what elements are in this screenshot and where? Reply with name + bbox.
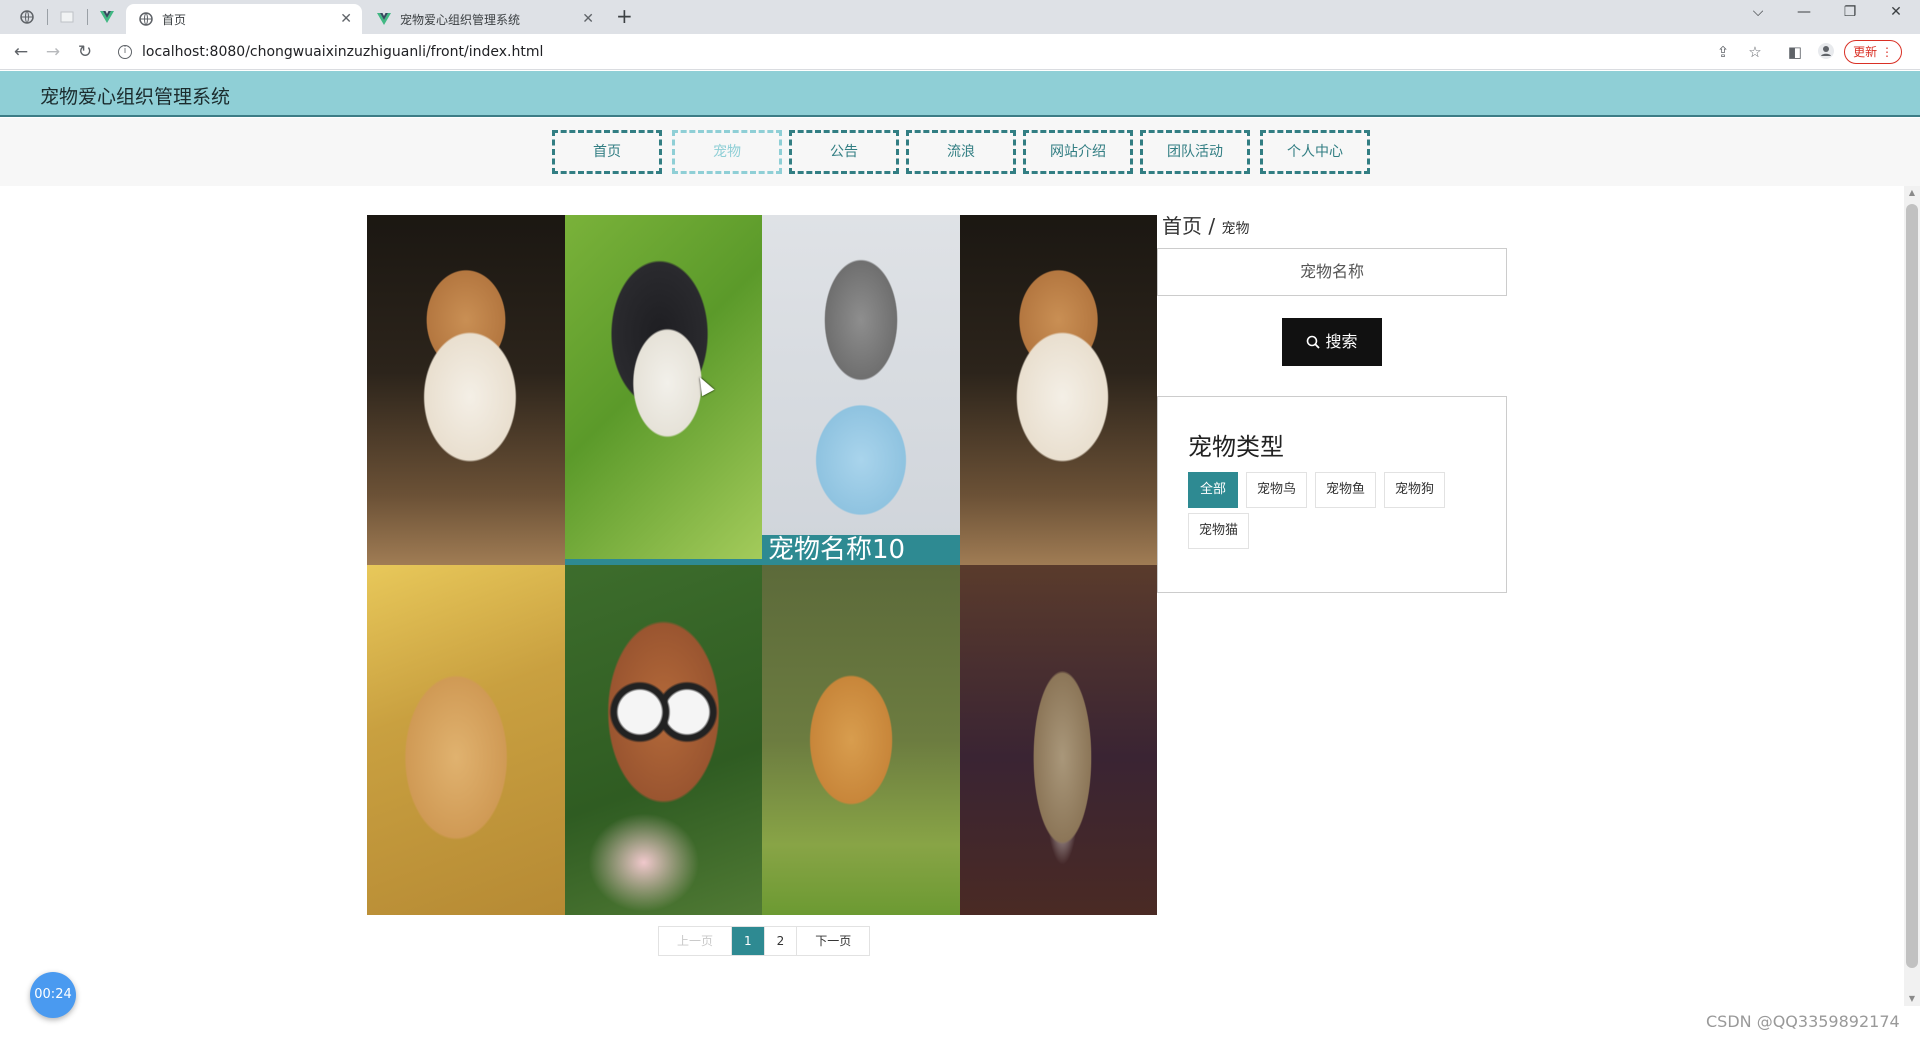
url-field[interactable]: localhost:8080/chongwuaixinzuzhiguanli/f… <box>142 34 543 70</box>
recording-timer: 00:24 <box>30 972 76 1018</box>
scroll-down-icon[interactable]: ▼ <box>1906 994 1918 1003</box>
pet-card[interactable] <box>762 565 960 915</box>
pinned-tab-vue-icon[interactable] <box>92 4 122 30</box>
pet-photo-golden-retriever-lying <box>762 565 960 915</box>
pet-photo-corgi <box>367 215 565 565</box>
close-tab-icon[interactable]: ✕ <box>582 11 594 27</box>
pinned-tab-blank-icon[interactable] <box>52 4 82 30</box>
pet-photo-poodle <box>564 565 762 915</box>
type-chip-all[interactable]: 全部 <box>1188 472 1238 508</box>
search-button[interactable]: 搜索 <box>1282 318 1382 366</box>
close-window-icon[interactable]: ✕ <box>1884 4 1908 20</box>
profile-avatar-icon[interactable] <box>1815 43 1837 63</box>
share-icon[interactable]: ⇪ <box>1712 43 1734 61</box>
nav-item-home[interactable]: 首页 <box>552 130 662 174</box>
update-button[interactable]: 更新 ⋮ <box>1844 40 1902 64</box>
breadcrumb-separator: / <box>1208 214 1216 238</box>
type-chip-bird[interactable]: 宠物鸟 <box>1246 472 1308 508</box>
breadcrumb-home[interactable]: 首页 <box>1162 214 1202 238</box>
pet-type-filter: 宠物类型 全部 宠物鸟 宠物鱼 宠物狗 宠物猫 <box>1157 396 1507 593</box>
prev-page-button[interactable]: 上一页 <box>659 927 733 955</box>
tab-system[interactable]: 宠物爱心组织管理系统 ✕ <box>364 4 604 34</box>
type-chip-cat[interactable]: 宠物猫 <box>1188 513 1250 549</box>
pet-type-title: 宠物类型 <box>1188 433 1284 461</box>
type-chip-dog[interactable]: 宠物狗 <box>1384 472 1446 508</box>
back-arrow-icon[interactable]: ← <box>10 42 32 62</box>
pet-card[interactable]: 宠物名称10 <box>762 215 960 565</box>
nav-item-notices[interactable]: 公告 <box>789 130 899 174</box>
pet-card[interactable] <box>564 565 762 915</box>
site-header: 宠物爱心组织管理系统 <box>0 71 1920 117</box>
new-tab-icon[interactable]: + <box>616 4 633 28</box>
tab-home[interactable]: 首页 ✕ <box>126 4 362 34</box>
next-page-button[interactable]: 下一页 <box>797 927 869 955</box>
pet-photo-tabby-cat <box>959 565 1157 915</box>
tab-title: 首页 <box>162 12 187 27</box>
restore-icon[interactable]: ❐ <box>1838 4 1862 20</box>
nav-item-activities[interactable]: 团队活动 <box>1140 130 1250 174</box>
search-button-label: 搜索 <box>1325 332 1358 351</box>
minimize-icon[interactable]: — <box>1792 4 1816 20</box>
bookmark-star-icon[interactable]: ☆ <box>1744 43 1766 61</box>
breadcrumb: 首页 / 宠物 <box>1162 210 1249 239</box>
tab-search-chevron-icon[interactable]: ⌵ <box>1746 4 1770 20</box>
pet-card[interactable] <box>959 215 1157 565</box>
site-title: 宠物爱心组织管理系统 <box>40 86 231 108</box>
scrollbar-thumb[interactable] <box>1906 204 1918 968</box>
type-chip-fish[interactable]: 宠物鱼 <box>1315 472 1377 508</box>
search-icon <box>1306 332 1325 351</box>
tab-title: 宠物爱心组织管理系统 <box>400 12 521 27</box>
pet-photo-chihuahua <box>564 215 762 565</box>
breadcrumb-current: 宠物 <box>1221 221 1250 237</box>
nav-item-pets[interactable]: 宠物 <box>672 130 782 174</box>
nav-item-profile[interactable]: 个人中心 <box>1260 130 1370 174</box>
forward-arrow-icon[interactable]: → <box>42 42 64 62</box>
pet-photo-schnauzer <box>762 215 960 565</box>
close-tab-icon[interactable]: ✕ <box>340 11 352 27</box>
side-panel-icon[interactable]: ◧ <box>1784 43 1806 61</box>
pinned-tab-globe-icon[interactable] <box>12 4 42 30</box>
pet-card[interactable] <box>564 215 762 565</box>
pet-name-search-input[interactable]: 宠物名称 <box>1157 248 1507 296</box>
nav-item-strays[interactable]: 流浪 <box>906 130 1016 174</box>
site-info-icon[interactable]: i <box>118 45 132 59</box>
scroll-up-icon[interactable]: ▲ <box>1906 188 1918 197</box>
address-bar: ← → ↻ i localhost:8080/chongwuaixinzuzhi… <box>0 34 1920 70</box>
pet-photo-corgi <box>959 215 1157 565</box>
watermark: CSDN @QQ3359892174 <box>1706 1012 1900 1031</box>
pet-gallery: 宠物名称10 <box>367 215 1157 915</box>
page-1-button[interactable]: 1 <box>732 927 765 955</box>
pagination: 上一页 1 2 下一页 <box>658 926 871 956</box>
pet-card[interactable] <box>959 565 1157 915</box>
vue-icon <box>376 11 392 27</box>
page-2-button[interactable]: 2 <box>765 927 798 955</box>
update-label: 更新 <box>1853 45 1878 59</box>
browser-tab-bar: 首页 ✕ 宠物爱心组织管理系统 ✕ + ⌵ — ❐ ✕ <box>0 0 1920 34</box>
nav-item-about[interactable]: 网站介绍 <box>1023 130 1133 174</box>
pet-card[interactable] <box>367 215 565 565</box>
pet-photo-golden-retriever <box>367 565 565 915</box>
globe-icon <box>138 11 154 27</box>
main-nav: 首页 宠物 公告 流浪 网站介绍 团队活动 个人中心 <box>0 118 1920 186</box>
pet-name-caption: 宠物名称10 <box>762 535 960 565</box>
reload-icon[interactable]: ↻ <box>74 42 96 62</box>
pet-card[interactable] <box>367 565 565 915</box>
